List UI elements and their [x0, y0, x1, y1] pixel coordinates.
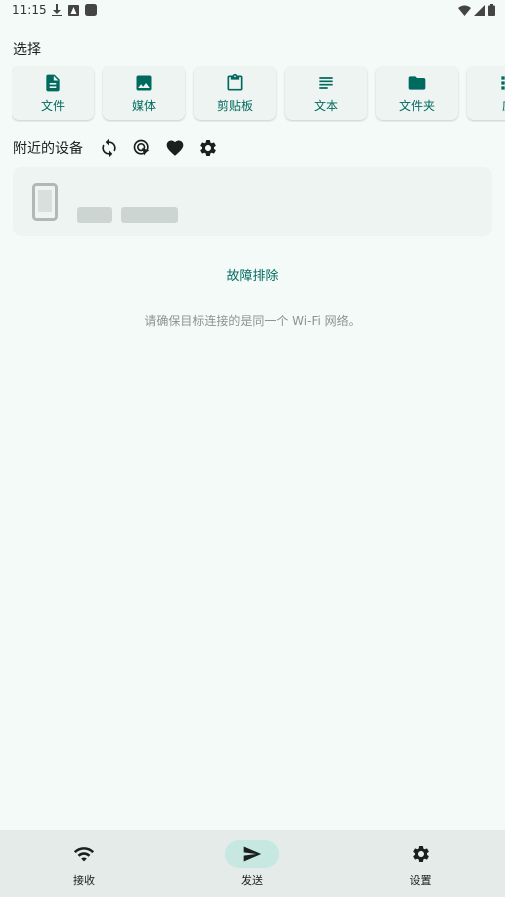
settings-icon [200, 140, 216, 156]
settings-icon [412, 846, 429, 862]
select-media-button[interactable]: 媒体 [103, 66, 185, 120]
device-placeholder-card [13, 167, 492, 236]
refresh-button[interactable] [97, 137, 121, 159]
wifi-icon [73, 847, 95, 862]
battery-icon [488, 4, 495, 16]
select-apps-button[interactable]: 应 [467, 66, 505, 120]
scan-icon [133, 139, 150, 156]
send-icon [243, 846, 262, 862]
nav-receive[interactable]: 接收 [0, 830, 168, 897]
network-hint: 请确保目标连接的是同一个 Wi-Fi 网络。 [144, 314, 361, 328]
nav-settings-pill [394, 840, 448, 868]
nearby-devices-header: 附近的设备 [13, 137, 229, 159]
system-icons [458, 4, 495, 16]
select-media-label: 媒体 [131, 98, 156, 113]
device-info-skeleton [121, 207, 178, 223]
phone-icon [32, 183, 58, 221]
folder-icon [408, 75, 426, 90]
nav-settings-label: 设置 [409, 874, 432, 887]
nearby-settings-button[interactable] [196, 137, 220, 159]
nav-send-label: 发送 [241, 874, 263, 887]
wifi-signal-icon [458, 5, 471, 16]
selection-row: 文件 媒体 剪贴板 文本 文件夹 应 [12, 66, 505, 122]
nav-send-pill [225, 840, 279, 868]
status-time: 11:15 [12, 3, 47, 17]
file-icon [46, 74, 60, 91]
text-icon [319, 76, 333, 89]
notification-icons [52, 4, 97, 16]
clipboard-icon [227, 73, 243, 90]
device-name-skeleton [77, 207, 112, 223]
select-folder-label: 文件夹 [398, 98, 435, 113]
nav-receive-label: 接收 [73, 874, 95, 887]
selection-title: 选择 [13, 42, 41, 58]
nav-receive-pill [57, 840, 111, 868]
status-bar: 11:15 [0, 0, 505, 22]
download-icon [52, 4, 62, 16]
nearby-devices-title: 附近的设备 [13, 141, 83, 157]
select-file-button[interactable]: 文件 [12, 66, 94, 120]
app-notification-icon [68, 4, 79, 16]
select-file-label: 文件 [40, 98, 65, 113]
app-square-icon [85, 4, 97, 16]
select-text-label: 文本 [313, 98, 338, 113]
bottom-navigation: 接收 发送 设置 [0, 830, 505, 897]
troubleshoot-link[interactable]: 故障排除 [0, 265, 505, 284]
cell-signal-icon [474, 4, 485, 16]
apps-icon [501, 75, 505, 90]
select-clipboard-button[interactable]: 剪贴板 [194, 66, 276, 120]
scan-button[interactable] [130, 137, 154, 159]
refresh-icon [102, 138, 116, 158]
select-text-button[interactable]: 文本 [285, 66, 367, 120]
nav-send[interactable]: 发送 [168, 830, 336, 897]
select-folder-button[interactable]: 文件夹 [376, 66, 458, 120]
nav-settings[interactable]: 设置 [336, 830, 505, 897]
favorite-icon [166, 140, 184, 156]
select-clipboard-label: 剪贴板 [216, 98, 253, 113]
favorites-button[interactable] [163, 137, 187, 159]
image-icon [136, 75, 152, 90]
